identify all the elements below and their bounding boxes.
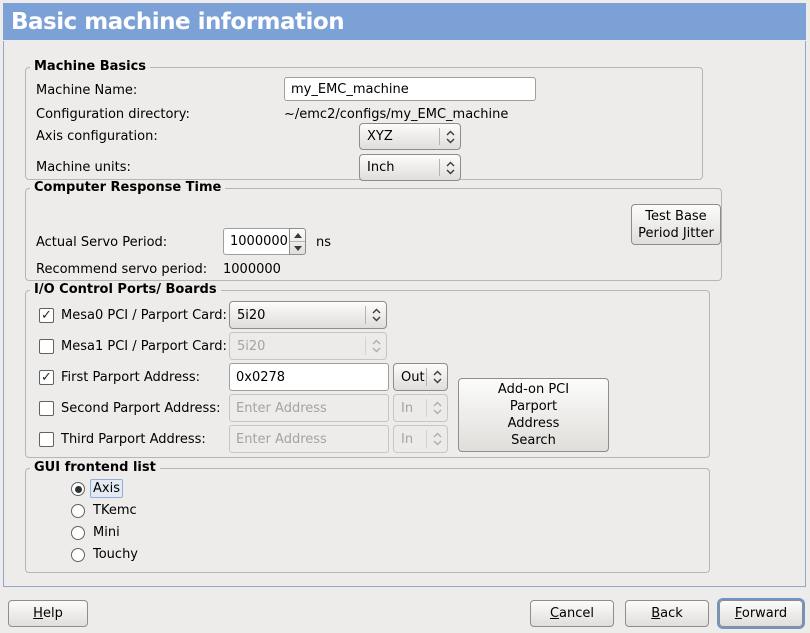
config-directory-value: ~/emc2/configs/my_EMC_machine — [284, 106, 508, 123]
axis-config-value: XYZ — [360, 124, 439, 149]
config-directory-label: Configuration directory: — [36, 106, 190, 123]
recommend-period-label: Recommend servo period: — [36, 261, 207, 278]
io-ports-group: I/O Control Ports/ Boards ✓ Mesa0 PCI / … — [25, 290, 710, 458]
machine-name-input[interactable] — [284, 77, 536, 101]
gui-frontend-group: GUI frontend list Axis TKemc Mini Touchy — [25, 468, 710, 573]
mesa1-label: Mesa1 PCI / Parport Card: — [61, 338, 227, 355]
spin-up-icon[interactable] — [290, 229, 305, 241]
combo-arrows-icon — [427, 364, 447, 390]
first-parport-checkbox[interactable]: ✓ — [39, 370, 54, 385]
servo-period-label: Actual Servo Period: — [36, 234, 167, 251]
addon-pci-search-button[interactable]: Add-on PCI Parport Address Search — [458, 378, 609, 452]
response-time-group: Computer Response Time Test Base Period … — [25, 188, 722, 281]
combo-arrows-icon — [366, 302, 386, 328]
servo-period-value[interactable]: 1000000 — [223, 228, 289, 255]
radio-axis-label[interactable]: Axis — [90, 479, 123, 498]
third-parport-direction-combo: In — [393, 425, 448, 453]
radio-tkemc[interactable] — [71, 504, 85, 518]
mesa1-checkbox[interactable] — [39, 339, 54, 354]
page-title: Basic machine information — [3, 9, 344, 35]
servo-period-units: ns — [316, 234, 331, 251]
third-parport-checkbox[interactable] — [39, 432, 54, 447]
gui-frontend-legend: GUI frontend list — [30, 460, 160, 475]
radio-touchy-label[interactable]: Touchy — [90, 546, 141, 563]
combo-arrows-icon — [427, 395, 447, 421]
mesa0-card-combo[interactable]: 5i20 — [229, 301, 387, 329]
axis-config-label: Axis configuration: — [36, 128, 158, 145]
mesa0-checkbox[interactable]: ✓ — [39, 308, 54, 323]
second-parport-label: Second Parport Address: — [61, 400, 220, 417]
axis-config-combo[interactable]: XYZ — [359, 123, 461, 150]
io-ports-legend: I/O Control Ports/ Boards — [30, 282, 221, 297]
machine-units-combo[interactable]: Inch — [359, 154, 461, 181]
page-header: Basic machine information — [3, 3, 806, 41]
mesa1-card-combo: 5i20 — [229, 332, 387, 360]
help-button[interactable]: Help — [8, 600, 88, 627]
combo-arrows-icon — [440, 124, 460, 149]
third-parport-address-input — [229, 425, 389, 453]
combo-arrows-icon — [366, 333, 386, 359]
first-parport-address-input[interactable] — [229, 363, 389, 391]
machine-name-label: Machine Name: — [36, 82, 137, 99]
machine-basics-group: Machine Basics Machine Name: Configurati… — [25, 67, 703, 180]
recommend-period-value: 1000000 — [223, 261, 281, 278]
spin-down-icon[interactable] — [290, 241, 305, 254]
second-parport-direction-combo: In — [393, 394, 448, 422]
second-parport-address-input — [229, 394, 389, 422]
machine-units-label: Machine units: — [36, 159, 131, 176]
third-parport-label: Third Parport Address: — [61, 431, 206, 448]
radio-tkemc-label[interactable]: TKemc — [90, 502, 140, 519]
radio-mini-label[interactable]: Mini — [90, 524, 123, 541]
first-parport-label: First Parport Address: — [61, 369, 200, 386]
machine-basics-legend: Machine Basics — [30, 59, 150, 74]
servo-period-spinbox[interactable]: 1000000 — [223, 228, 306, 255]
forward-button[interactable]: Forward — [719, 600, 803, 627]
combo-arrows-icon — [427, 426, 447, 452]
radio-dot-icon — [75, 486, 82, 493]
back-button[interactable]: Back — [625, 600, 709, 627]
first-parport-direction-combo[interactable]: Out — [393, 363, 448, 391]
radio-axis[interactable] — [71, 482, 85, 496]
second-parport-checkbox[interactable] — [39, 401, 54, 416]
test-base-period-jitter-button[interactable]: Test Base Period Jitter — [631, 204, 721, 245]
combo-arrows-icon — [440, 155, 460, 180]
mesa0-label: Mesa0 PCI / Parport Card: — [61, 307, 227, 324]
response-time-legend: Computer Response Time — [30, 180, 225, 195]
radio-touchy[interactable] — [71, 548, 85, 562]
radio-mini[interactable] — [71, 526, 85, 540]
cancel-button[interactable]: Cancel — [530, 600, 614, 627]
machine-units-value: Inch — [360, 155, 439, 180]
